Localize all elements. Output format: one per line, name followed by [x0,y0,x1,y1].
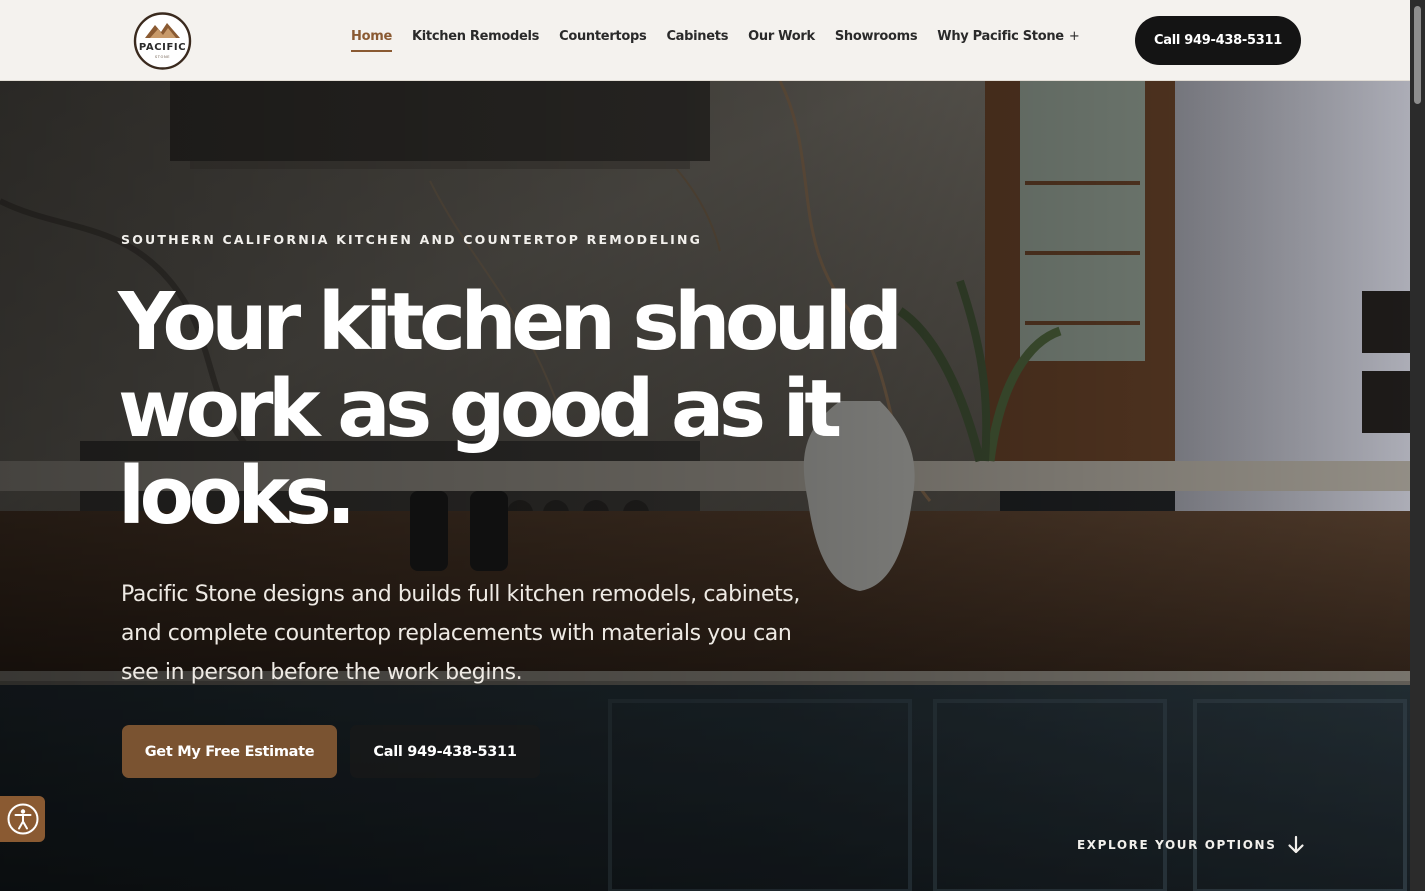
page-scrollbar[interactable] [1410,0,1425,891]
hero-subtext: Pacific Stone designs and builds full ki… [121,582,800,685]
site-header: PACIFIC STONE Home Kitchen Remodels Coun… [0,0,1410,81]
nav-our-work[interactable]: Our Work [748,29,815,51]
nav-why-pacific-stone[interactable]: Why Pacific Stone + [937,29,1079,51]
svg-text:STONE: STONE [155,55,170,59]
plus-icon[interactable]: + [1069,29,1080,44]
main-nav: Home Kitchen Remodels Countertops Cabine… [351,29,1099,52]
nav-home[interactable]: Home [351,29,392,52]
free-estimate-button[interactable]: Get My Free Estimate [122,725,337,778]
logo-mark-icon: PACIFIC STONE [133,12,192,70]
accessibility-widget-button[interactable] [0,796,45,842]
arrow-down-icon [1288,835,1305,854]
nav-countertops[interactable]: Countertops [559,29,647,51]
explore-options-link[interactable]: EXPLORE YOUR OPTIONS [1077,835,1306,855]
explore-options-label: EXPLORE YOUR OPTIONS [1077,838,1277,852]
nav-cabinets[interactable]: Cabinets [666,29,728,51]
nav-showrooms[interactable]: Showrooms [835,29,918,51]
hero-eyebrow: SOUTHERN CALIFORNIA KITCHEN AND COUNTERT… [121,232,703,247]
hero-section: SOUTHERN CALIFORNIA KITCHEN AND COUNTERT… [0,81,1410,891]
nav-why-pacific-stone-label: Why Pacific Stone [937,29,1064,44]
nav-kitchen-remodels[interactable]: Kitchen Remodels [412,29,539,51]
svg-text:PACIFIC: PACIFIC [139,42,186,53]
hero-headline: Your kitchen should work as good as it l… [118,276,903,542]
scrollbar-thumb[interactable] [1414,6,1421,104]
pacific-stone-logo[interactable]: PACIFIC STONE [131,11,194,71]
hero-call-button[interactable]: Call 949-438-5311 [350,725,540,778]
header-call-button[interactable]: Call 949-438-5311 [1135,16,1301,65]
accessibility-icon [7,803,38,835]
